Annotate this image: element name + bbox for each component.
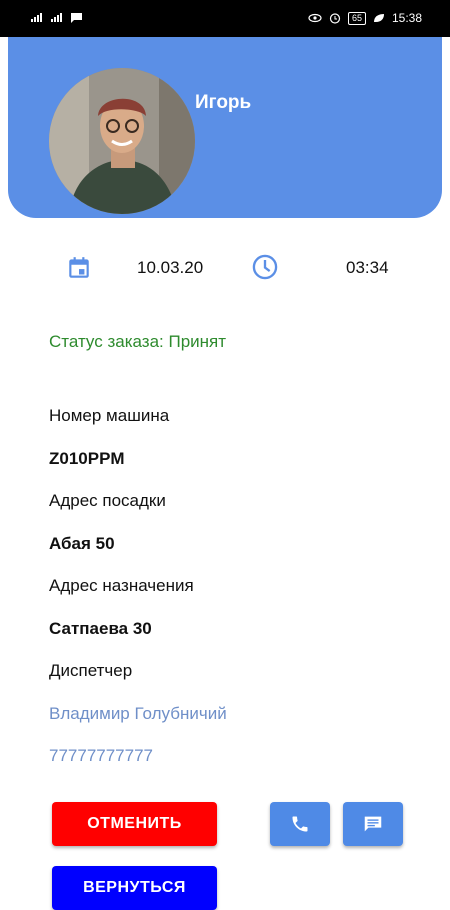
alarm-icon bbox=[329, 13, 341, 24]
status-right: 65 15:38 bbox=[308, 11, 422, 25]
dispatcher-phone-link[interactable]: 77777777777 bbox=[49, 746, 153, 766]
car-number-value: Z010PPM bbox=[49, 449, 125, 468]
status-left bbox=[30, 11, 84, 23]
avatar-photo bbox=[49, 68, 195, 214]
return-button[interactable]: ВЕРНУТЬСЯ bbox=[52, 866, 217, 910]
dispatcher-name-link[interactable]: Владимир Голубничий bbox=[49, 704, 227, 724]
cancel-order-button[interactable]: ОТМЕНИТЬ bbox=[52, 802, 217, 846]
avatar bbox=[49, 68, 195, 214]
user-name: Игорь bbox=[195, 92, 252, 113]
car-number-label: Номер машина bbox=[49, 406, 170, 425]
leaf-icon bbox=[373, 14, 384, 22]
status-time: 15:38 bbox=[391, 11, 422, 25]
message-icon bbox=[364, 816, 382, 832]
phone-icon bbox=[292, 816, 308, 832]
pickup-address-value: Абая 50 bbox=[49, 534, 115, 553]
destination-address-label: Адрес назначения bbox=[49, 576, 194, 595]
pickup-address-label: Адрес посадки bbox=[49, 491, 166, 510]
signal-icon-2 bbox=[51, 13, 62, 22]
eye-icon bbox=[308, 13, 322, 23]
signal-icon bbox=[31, 13, 42, 22]
chat-bubble-icon bbox=[71, 13, 82, 23]
call-button[interactable] bbox=[270, 802, 330, 846]
calendar-icon bbox=[69, 257, 89, 278]
dispatcher-label: Диспетчер bbox=[49, 661, 133, 680]
battery-indicator: 65 bbox=[347, 11, 366, 25]
status-bar: 65 15:38 bbox=[0, 0, 450, 37]
order-date: 10.03.20 bbox=[137, 258, 204, 277]
order-time: 03:34 bbox=[346, 258, 389, 277]
order-status: Статус заказа: Принят bbox=[49, 332, 227, 351]
destination-address-value: Сатпаева 30 bbox=[49, 619, 152, 638]
message-button[interactable] bbox=[343, 802, 403, 846]
clock-icon bbox=[252, 254, 278, 280]
